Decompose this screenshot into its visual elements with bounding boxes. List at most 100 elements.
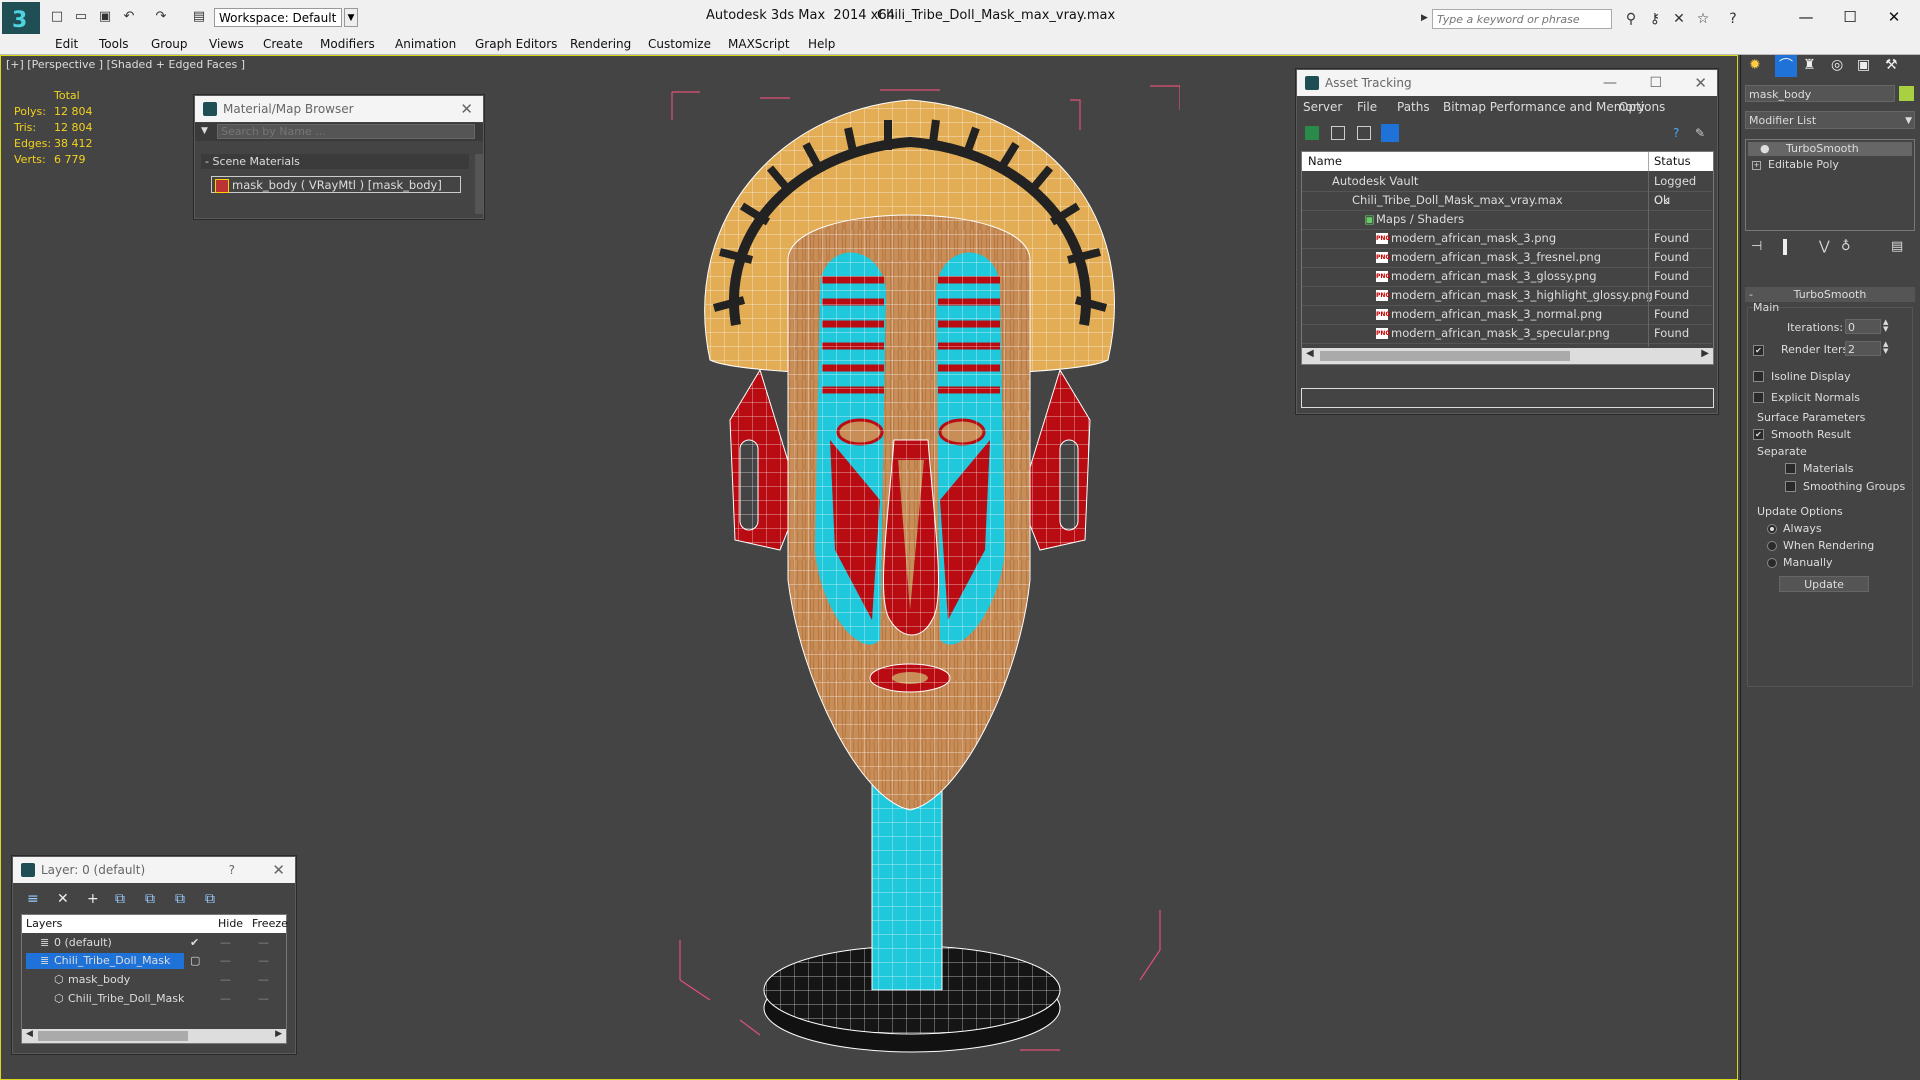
spinner-arrows-icon[interactable]: ▲ ▼ — [1883, 319, 1888, 333]
rollout-header[interactable]: - TurboSmooth — [1745, 287, 1915, 302]
material-search-input[interactable] — [217, 124, 475, 139]
menu-item-tools[interactable]: Tools — [99, 37, 129, 51]
always-radio[interactable] — [1767, 524, 1777, 534]
column-header-layers[interactable]: Layers — [26, 915, 62, 933]
table-row[interactable]: Autodesk Vault Logged Ou — [1302, 172, 1715, 207]
lightbulb-icon[interactable]: ● — [1760, 142, 1770, 156]
help-icon[interactable]: ? — [1673, 126, 1687, 140]
menu-item-help[interactable]: Help — [808, 37, 835, 51]
select-objects-icon[interactable]: ⧉ — [115, 891, 125, 907]
open-file-icon[interactable]: ▭ — [72, 9, 90, 25]
scrollbar-thumb[interactable] — [38, 1031, 188, 1041]
tab-create-icon[interactable]: ✹ — [1749, 57, 1761, 73]
key-icon[interactable]: ⚷ — [1646, 10, 1664, 28]
table-row[interactable]: PNGmodern_african_mask_3_normal.png Foun… — [1302, 305, 1715, 325]
chevron-right-icon[interactable]: ▶ — [1701, 348, 1709, 359]
scene-materials-header[interactable]: - Scene Materials — [201, 154, 469, 169]
freeze-toggle[interactable]: — — [258, 971, 269, 989]
search-expand-icon[interactable]: ▶ — [1421, 9, 1431, 27]
update-button[interactable]: Update — [1779, 576, 1869, 592]
chevron-left-icon[interactable]: ◀ — [1306, 348, 1314, 359]
menu-item-modifiers[interactable]: Modifiers — [320, 37, 375, 51]
hide-toggle[interactable]: — — [220, 934, 231, 952]
iterations-spinner[interactable]: 0 — [1845, 319, 1881, 334]
list-view-icon[interactable] — [1331, 126, 1345, 140]
thumbnail-view-icon[interactable] — [1357, 126, 1371, 140]
chevron-down-icon[interactable]: ▼ — [1905, 112, 1912, 130]
close-icon[interactable]: ✕ — [1872, 4, 1916, 30]
table-row[interactable]: PNGmodern_african_mask_3_specular.png Fo… — [1302, 324, 1715, 344]
chevron-down-icon[interactable]: ▼ — [201, 126, 208, 136]
material-browser-titlebar[interactable]: Material/Map Browser ✕ — [195, 96, 483, 122]
menu-item-animation[interactable]: Animation — [395, 37, 456, 51]
list-item[interactable]: ≣ Chili_Tribe_Doll_Mask ▢ — — — [22, 952, 286, 970]
configure-modifier-sets-icon[interactable]: ▤ — [1891, 239, 1903, 254]
minimize-icon[interactable]: — — [1603, 70, 1617, 96]
list-item[interactable]: ⬡ Chili_Tribe_Doll_Mask — — — [22, 990, 286, 1008]
asset-menu-file[interactable]: File — [1357, 100, 1377, 114]
menu-item-group[interactable]: Group — [151, 37, 188, 51]
show-end-result-icon[interactable] — [1783, 239, 1787, 255]
stack-item-turbosmooth[interactable]: ● TurboSmooth — [1748, 142, 1912, 156]
hide-toggle[interactable]: — — [220, 971, 231, 989]
redo-icon[interactable]: ↷ — [152, 9, 170, 25]
minimize-icon[interactable]: — — [1784, 4, 1828, 30]
menu-item-views[interactable]: Views — [209, 37, 244, 51]
asset-tracking-titlebar[interactable]: Asset Tracking — ☐ ✕ — [1297, 70, 1717, 96]
highlight-layer-icon[interactable]: ⧉ — [145, 891, 155, 907]
table-row[interactable]: PNGmodern_african_mask_3_highlight_gloss… — [1302, 286, 1715, 306]
project-folder-icon[interactable]: ▤ — [190, 9, 208, 25]
object-color-swatch[interactable] — [1899, 86, 1914, 101]
list-item[interactable]: ⬡ mask_body — — — [22, 971, 286, 989]
viewport-label[interactable]: [+] [Perspective ] [Shaded + Edged Faces… — [6, 58, 245, 71]
refresh-icon[interactable] — [1305, 126, 1319, 140]
table-row[interactable]: Chili_Tribe_Doll_Mask_max_vray.max Ok — [1302, 191, 1715, 211]
freeze-toggle[interactable]: — — [258, 990, 269, 1008]
asset-menu-options[interactable]: Options — [1619, 100, 1665, 114]
close-icon[interactable]: ✕ — [272, 857, 285, 883]
close-icon[interactable]: ✕ — [1694, 70, 1707, 96]
close-icon[interactable]: ✕ — [460, 96, 473, 122]
menu-item-maxscript[interactable]: MAXScript — [728, 37, 790, 51]
isoline-display-checkbox[interactable] — [1753, 370, 1764, 382]
tab-motion-icon[interactable]: ◎ — [1831, 57, 1843, 73]
object-name-field[interactable]: mask_body — [1745, 85, 1895, 102]
hide-all-icon[interactable]: ⧉ — [175, 891, 185, 907]
material-list-item[interactable]: mask_body ( VRayMtl ) [mask_body] — [211, 176, 461, 193]
separate-materials-checkbox[interactable] — [1785, 462, 1796, 474]
smooth-result-checkbox[interactable]: ✔ — [1753, 428, 1764, 440]
tab-hierarchy-icon[interactable]: ♜ — [1803, 57, 1816, 73]
favorites-icon[interactable]: ☆ — [1694, 10, 1712, 28]
asset-path-field[interactable] — [1301, 388, 1714, 408]
column-header-freeze[interactable]: Freeze — [252, 915, 288, 933]
undo-icon[interactable]: ↶ — [120, 9, 138, 25]
pin-stack-icon[interactable]: ⊣ — [1751, 239, 1762, 254]
help-icon[interactable]: ? — [229, 857, 235, 883]
delete-layer-icon[interactable]: ✕ — [57, 891, 69, 907]
spinner-arrows-icon[interactable]: ▲ ▼ — [1883, 341, 1888, 355]
save-file-icon[interactable]: ▣ — [96, 9, 114, 25]
layer-panel-titlebar[interactable]: Layer: 0 (default) ? ✕ — [13, 857, 295, 883]
maximize-icon[interactable]: ☐ — [1828, 4, 1872, 30]
render-iters-spinner[interactable]: 2 — [1845, 341, 1881, 356]
menu-item-customize[interactable]: Customize — [648, 37, 711, 51]
mask-model[interactable] — [640, 80, 1180, 1070]
scrollbar[interactable] — [475, 154, 483, 214]
column-header-name[interactable]: Name — [1308, 152, 1342, 171]
menu-item-create[interactable]: Create — [263, 37, 303, 51]
smoothing-groups-checkbox[interactable] — [1785, 480, 1796, 492]
explicit-normals-checkbox[interactable] — [1753, 391, 1764, 403]
freeze-toggle[interactable]: — — [258, 934, 269, 952]
connect-icon[interactable]: ✕ — [1670, 10, 1688, 28]
workspace-select[interactable]: Workspace: Default — [214, 8, 342, 27]
menu-item-graph-editors[interactable]: Graph Editors — [475, 37, 557, 51]
manually-radio[interactable] — [1767, 558, 1777, 568]
tab-display-icon[interactable]: ▣ — [1857, 57, 1870, 73]
hide-toggle[interactable]: — — [220, 990, 231, 1008]
column-header-status[interactable]: Status — [1654, 152, 1691, 171]
help-icon[interactable]: ? — [1724, 10, 1742, 28]
tab-modify-icon[interactable]: ⌒ — [1775, 55, 1797, 77]
layer-settings-icon[interactable]: ≡ — [27, 891, 39, 907]
pin-icon[interactable]: ✎ — [1695, 126, 1709, 140]
table-row[interactable]: PNGmodern_african_mask_3_glossy.png Foun… — [1302, 267, 1715, 287]
